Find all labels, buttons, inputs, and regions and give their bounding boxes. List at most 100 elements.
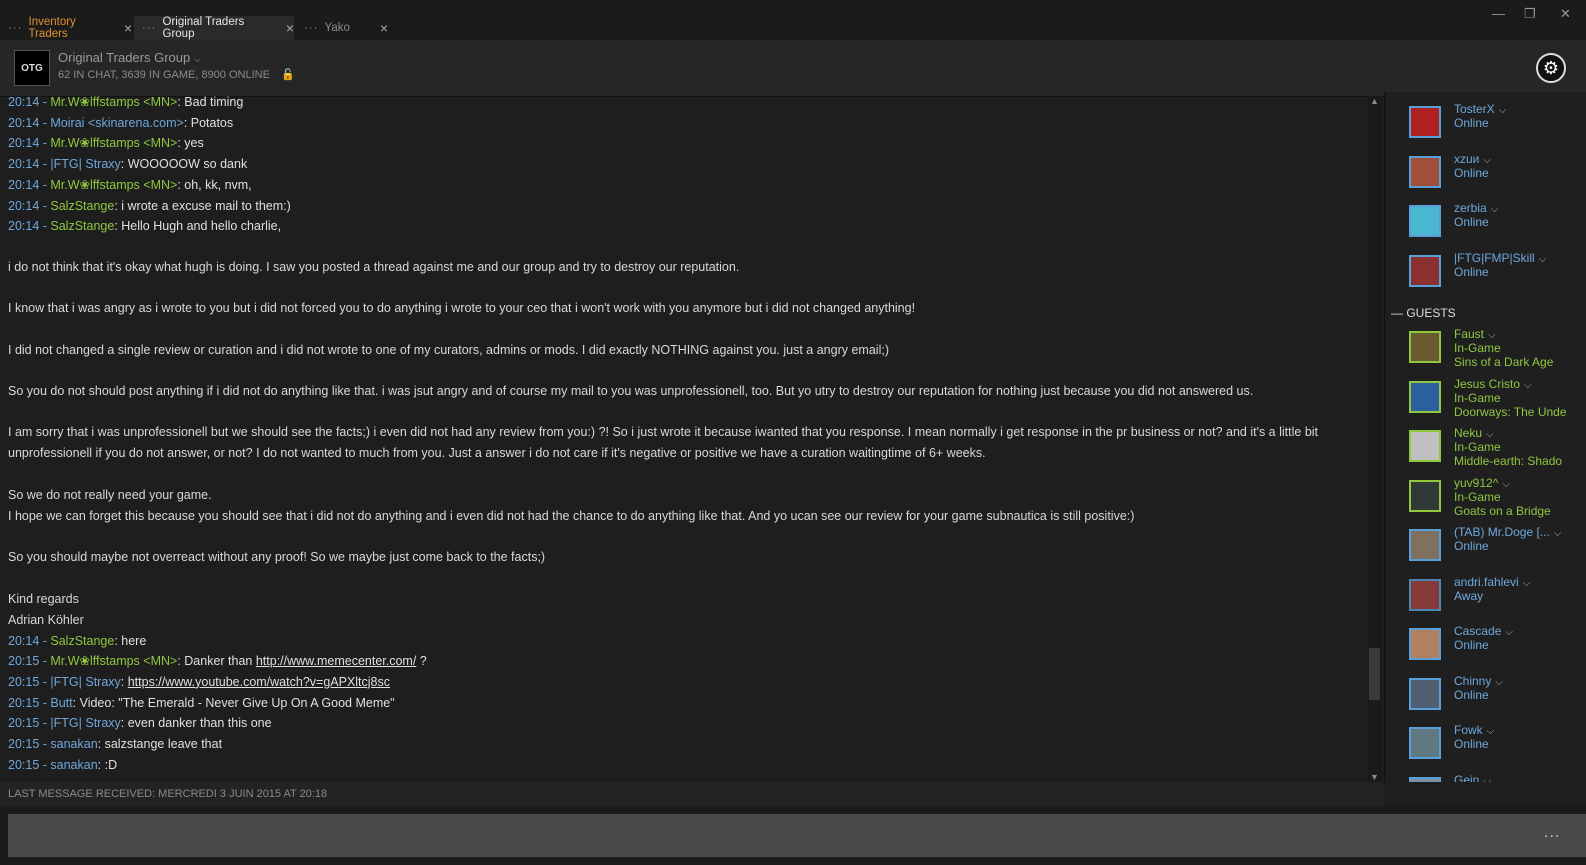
chat-message: 20:14 - Moirai <skinarena.com>: Potatos <box>8 113 1353 134</box>
friend-avatar[interactable] <box>1409 331 1441 363</box>
message-author[interactable]: Mr.W❀lffstamps <MN> <box>50 178 177 192</box>
friend-entry[interactable]: |FTG|FMP|Skill ⌵ Online <box>1409 251 1586 293</box>
guests-header[interactable]: — GUESTS <box>1391 306 1456 320</box>
tab-menu-icon[interactable]: ··· <box>8 22 23 34</box>
close-icon[interactable]: × <box>286 20 294 36</box>
message-timestamp: 20:14 - <box>8 633 51 648</box>
friend-avatar[interactable] <box>1409 776 1441 782</box>
chevron-down-icon[interactable]: ⌵ <box>1523 578 1531 589</box>
chevron-down-icon[interactable]: ⌵ <box>1487 726 1495 737</box>
chat-scrollbar[interactable]: ▲ ▼ <box>1368 96 1382 782</box>
message-input[interactable] <box>8 814 1586 857</box>
message-author[interactable]: SalzStange <box>50 634 114 648</box>
friend-status: In-Game <box>1454 440 1501 454</box>
collapse-icon[interactable]: — <box>1391 306 1403 320</box>
chevron-down-icon[interactable]: ⌵ <box>1505 627 1513 638</box>
group-name-dropdown[interactable]: Original Traders Group ⌵ <box>58 50 201 65</box>
chevron-down-icon[interactable]: ⌵ <box>1495 677 1503 688</box>
more-options-icon[interactable]: ... <box>1544 824 1560 842</box>
message-author[interactable]: |FTG| Straxy <box>50 716 120 730</box>
friend-status: Online <box>1454 638 1489 652</box>
friend-avatar[interactable] <box>1409 529 1441 561</box>
friend-avatar[interactable] <box>1409 106 1441 138</box>
friend-entry[interactable]: Faust ⌵ In-Game Sins of a Dark Age <box>1409 327 1586 369</box>
message-author[interactable]: SalzStange <box>50 199 114 213</box>
friend-entry[interactable]: Jesus Cristo ⌵ In-Game Doorways: The Unde <box>1409 377 1586 419</box>
friend-entry[interactable]: хzuи ⌵ Online <box>1409 152 1586 194</box>
close-icon[interactable]: × <box>380 20 388 36</box>
message-text-line: So you should maybe not overreact withou… <box>8 550 546 564</box>
message-timestamp: 20:14 - <box>8 136 51 151</box>
friend-status: Online <box>1454 264 1489 279</box>
friend-name: |FTG|FMP|Skill ⌵ <box>1454 250 1547 265</box>
chevron-down-icon[interactable]: ⌵ <box>1502 479 1510 490</box>
message-link[interactable]: http://www.memecenter.com/ <box>256 654 416 668</box>
message-link[interactable]: https://www.youtube.com/watch?v=gAPXltcj… <box>128 675 390 689</box>
chevron-down-icon[interactable]: ⌵ <box>1488 330 1496 341</box>
chevron-down-icon[interactable]: ⌵ <box>1486 429 1494 440</box>
tab-yako[interactable]: ··· Yako × <box>296 16 388 40</box>
message-author[interactable]: Mr.W❀lffstamps <MN> <box>50 95 177 109</box>
friend-avatar[interactable] <box>1409 254 1441 287</box>
friend-entry[interactable]: Chinny ⌵ Online <box>1409 674 1586 716</box>
chat-message: 20:15 - Butt: Video: "The Emerald - Neve… <box>8 693 1353 714</box>
tab-menu-icon[interactable]: ··· <box>142 22 157 34</box>
friend-entry[interactable]: andri.fahlevi ⌵ Away <box>1409 575 1586 617</box>
friend-avatar[interactable] <box>1409 205 1441 237</box>
scroll-down-icon[interactable]: ▼ <box>1370 772 1379 782</box>
group-stats-text: 62 IN CHAT, 3639 IN GAME, 8900 ONLINE <box>58 69 270 81</box>
scroll-up-icon[interactable]: ▲ <box>1370 96 1379 106</box>
message-author[interactable]: sanakan <box>50 737 97 751</box>
friend-entry[interactable]: Cascade ⌵ Online <box>1409 624 1586 666</box>
friend-avatar[interactable] <box>1409 727 1441 759</box>
gear-icon[interactable]: ⚙ <box>1536 53 1566 83</box>
tab-original-traders-group[interactable]: ··· Original Traders Group × <box>134 16 294 40</box>
minimize-icon[interactable]: — <box>1492 6 1505 21</box>
friend-avatar[interactable] <box>1409 155 1441 188</box>
unlock-icon[interactable]: 🔓 <box>281 69 295 81</box>
chevron-down-icon[interactable]: ⌵ <box>1539 254 1547 265</box>
friend-entry[interactable]: TosterX ⌵ Online <box>1409 102 1586 144</box>
scroll-thumb[interactable] <box>1369 648 1380 700</box>
friend-game: Sins of a Dark Age <box>1454 355 1554 369</box>
friend-entry[interactable]: Gein ⌵ <box>1409 773 1586 783</box>
friend-entry[interactable]: Neku ⌵ In-Game Middle-earth: Shado <box>1409 426 1586 468</box>
chevron-down-icon[interactable]: ⌵ <box>1491 204 1499 215</box>
friend-avatar[interactable] <box>1409 677 1441 710</box>
friend-name: TosterX ⌵ <box>1454 102 1507 116</box>
message-timestamp: 20:15 - <box>8 654 51 669</box>
close-window-icon[interactable]: ✕ <box>1560 6 1571 22</box>
friend-name: Jesus Cristo ⌵ <box>1454 376 1532 391</box>
chevron-down-icon[interactable]: ⌵ <box>1524 380 1532 391</box>
friend-avatar[interactable] <box>1409 578 1441 611</box>
friend-entry[interactable]: (TAB) Mr.Doge [... ⌵ Online <box>1409 525 1586 567</box>
message-author[interactable]: SalzStange <box>50 219 114 233</box>
friend-entry[interactable]: Fowk ⌵ Online <box>1409 723 1586 765</box>
friend-entry[interactable]: zerbia ⌵ Online <box>1409 201 1586 243</box>
message-text-line: i do not think that it's okay what hugh … <box>8 260 740 274</box>
chevron-down-icon[interactable]: ⌵ <box>1554 528 1562 539</box>
message-author[interactable]: Mr.W❀lffstamps <MN> <box>50 654 177 668</box>
message-author[interactable]: Mr.W❀lffstamps <MN> <box>50 136 177 150</box>
friend-entry[interactable]: yuv912^ ⌵ In-Game Goats on a Bridge <box>1409 476 1586 518</box>
friend-status: Online <box>1454 737 1489 751</box>
message-author[interactable]: Moirai <skinarena.com> <box>50 116 183 130</box>
chevron-down-icon[interactable]: ⌵ <box>1483 155 1491 166</box>
tab-inventory-traders[interactable]: ··· Inventory Traders × <box>0 16 132 40</box>
message-author[interactable]: |FTG| Straxy <box>50 157 120 171</box>
restore-icon[interactable]: ❐ <box>1524 6 1536 22</box>
friend-avatar[interactable] <box>1409 628 1441 660</box>
close-icon[interactable]: × <box>124 20 132 36</box>
message-author[interactable]: Butt <box>50 696 72 710</box>
friend-status: Online <box>1454 215 1489 229</box>
tab-menu-icon[interactable]: ··· <box>304 22 319 34</box>
friend-avatar[interactable] <box>1409 430 1441 462</box>
message-author[interactable]: |FTG| Straxy <box>50 675 120 689</box>
group-avatar[interactable]: OTG <box>14 50 50 86</box>
friend-avatar[interactable] <box>1409 380 1441 413</box>
message-author[interactable]: sanakan <box>50 758 97 772</box>
friend-avatar[interactable] <box>1409 479 1441 512</box>
chevron-down-icon[interactable]: ⌵ <box>1499 105 1507 116</box>
message-text: : :D <box>97 757 118 772</box>
chevron-down-icon[interactable]: ⌵ <box>1483 776 1491 783</box>
